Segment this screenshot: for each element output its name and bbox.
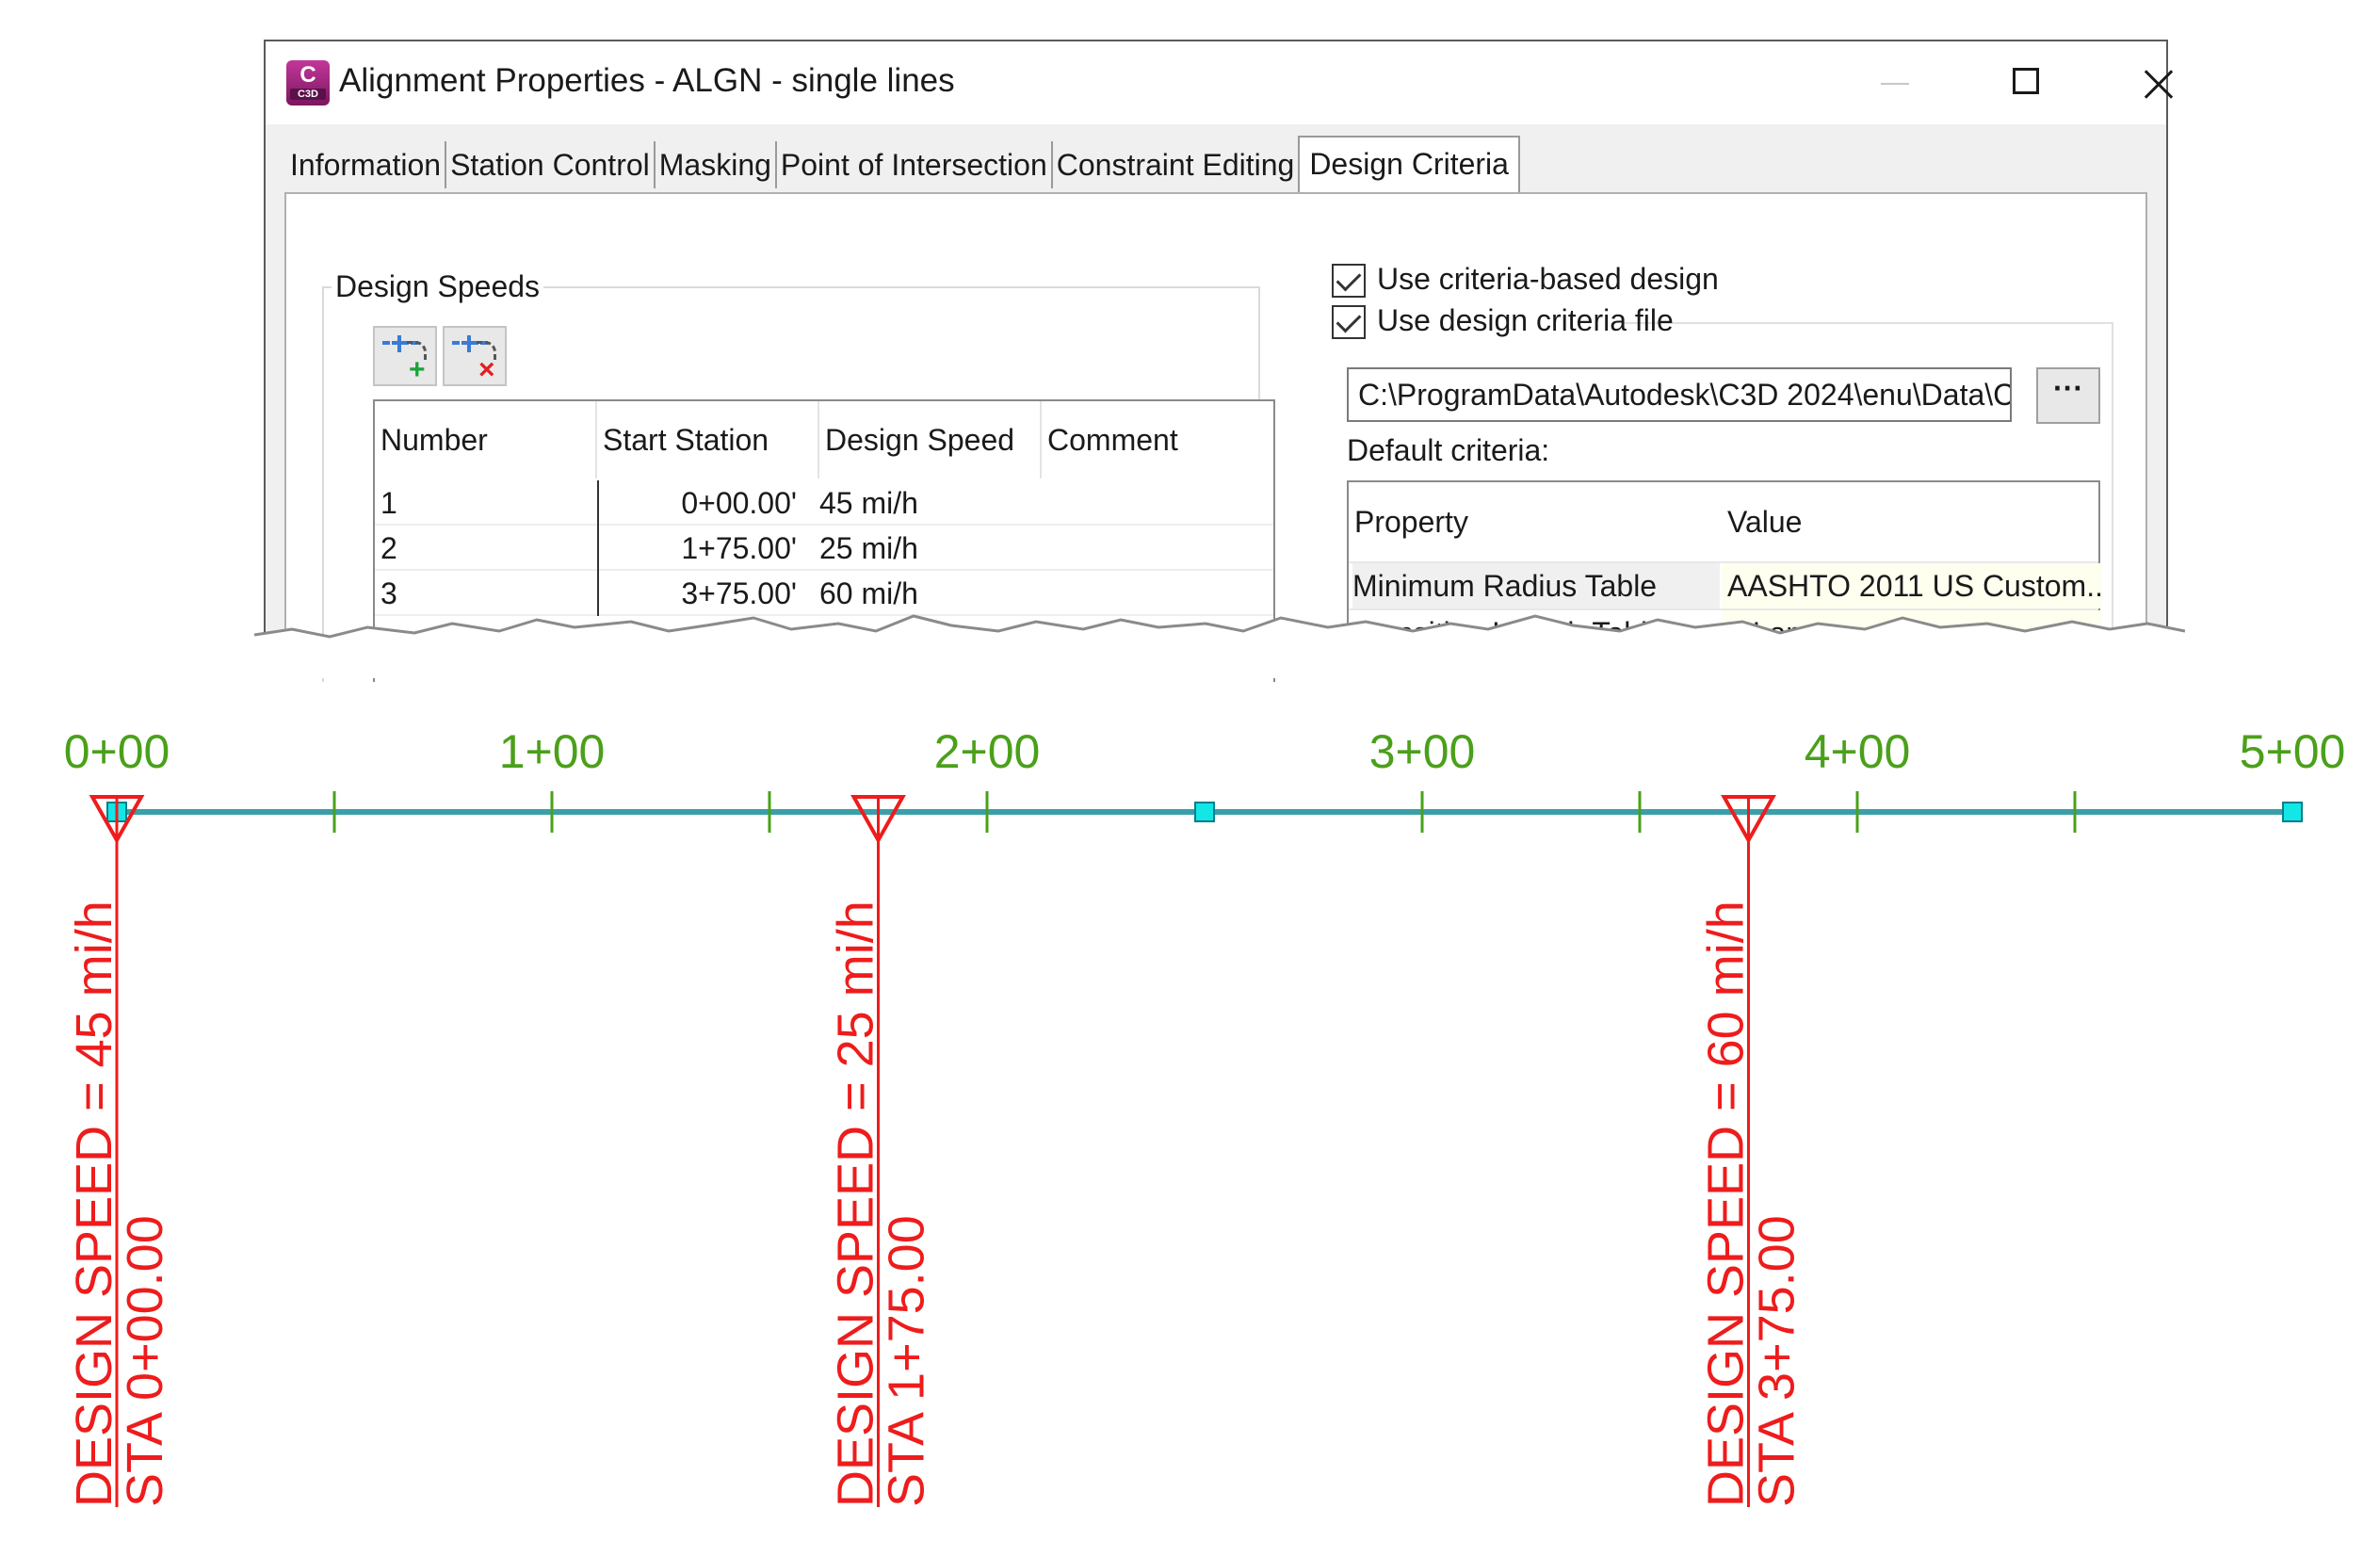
tab-station-control[interactable]: Station Control <box>446 141 656 188</box>
station-value-label: STA 1+75.00 <box>879 1215 935 1507</box>
table-row[interactable]: 1 0+00.00' 45 mi/h <box>375 480 1273 526</box>
tab-constraint-editing[interactable]: Constraint Editing <box>1053 141 1299 188</box>
add-design-speed-button[interactable]: + <box>373 326 437 386</box>
tab-design-criteria[interactable]: Design Criteria <box>1298 136 1520 196</box>
criteria-file-path-input[interactable]: C:\ProgramData\Autodesk\C3D 2024\enu\Dat… <box>1347 367 2012 422</box>
design-speed-marker[interactable]: DESIGN SPEED = 25 mi/hSTA 1+75.00 <box>828 795 935 1507</box>
design-speed-cell[interactable]: 25 mi/h <box>819 526 918 571</box>
column-header-property[interactable]: Property <box>1349 482 1468 561</box>
number-cell: 2 <box>380 531 397 565</box>
maximize-button[interactable] <box>1961 41 2093 124</box>
column-header-start-station[interactable]: Start Station <box>597 401 819 478</box>
design-speed-label: DESIGN SPEED = 25 mi/h <box>828 900 884 1507</box>
station-label: 3+00 <box>1369 725 1476 778</box>
delete-design-speed-button[interactable]: × <box>443 326 507 386</box>
checkbox-checked-icon[interactable] <box>1332 264 1366 298</box>
default-criteria-label: Default criteria: <box>1347 433 1550 467</box>
window-title: Alignment Properties - ALGN - single lin… <box>339 62 955 99</box>
station-label: 0+00 <box>64 725 170 778</box>
column-header-comment[interactable]: Comment <box>1042 401 1273 478</box>
column-header-value[interactable]: Value <box>1722 482 1802 561</box>
delete-x-icon: × <box>478 354 495 385</box>
station-label: 5+00 <box>2240 725 2346 778</box>
tab-masking[interactable]: Masking <box>656 141 777 188</box>
tab-point-of-intersection[interactable]: Point of Intersection <box>777 141 1053 188</box>
alignment-station-profile: 0+00 1+00 2+00 3+00 4+00 5+00 DESIGN SPEED = … <box>64 725 2346 1507</box>
grip-handle[interactable] <box>2282 802 2303 822</box>
use-design-criteria-file-label: Use design criteria file <box>1377 303 1674 337</box>
design-speed-marker[interactable]: DESIGN SPEED = 45 mi/hSTA 0+00.00 <box>66 795 173 1507</box>
design-speeds-group-title: Design Speeds <box>332 269 544 304</box>
start-station-cell[interactable]: 0+00.00' <box>597 480 797 526</box>
use-criteria-based-design-label: Use criteria-based design <box>1377 262 1719 296</box>
plus-icon: + <box>409 354 426 385</box>
table-row[interactable]: 2 1+75.00' 25 mi/h <box>375 526 1273 571</box>
title-bar[interactable]: C C3D Alignment Properties - ALGN - sing… <box>266 41 2166 124</box>
alignment-properties-dialog: C C3D Alignment Properties - ALGN - sing… <box>264 40 2168 682</box>
design-speed-marker[interactable]: DESIGN SPEED = 60 mi/hSTA 3+75.00 <box>1698 795 1805 1507</box>
property-cell: Minimum Radius Table <box>1352 563 1720 608</box>
tab-strip: Information Station Control Masking Poin… <box>286 136 1520 196</box>
design-speed-label: DESIGN SPEED = 60 mi/h <box>1698 900 1755 1507</box>
design-speed-cell[interactable]: 45 mi/h <box>819 480 918 526</box>
station-label: 1+00 <box>499 725 606 778</box>
grip-handle[interactable] <box>1194 802 1215 822</box>
browse-button[interactable]: ··· <box>2036 367 2100 424</box>
criteria-file-group-border <box>1622 322 2113 325</box>
start-station-cell[interactable]: 1+75.00' <box>597 526 797 571</box>
minimize-button[interactable] <box>1829 41 1961 124</box>
number-cell: 1 <box>380 486 397 520</box>
civil3d-app-icon: C C3D <box>286 60 330 105</box>
criteria-row[interactable]: Minimum Radius Table AASHTO 2011 US Cust… <box>1349 561 2102 608</box>
close-button[interactable] <box>2093 41 2225 124</box>
tab-information[interactable]: Information <box>286 141 447 188</box>
column-header-design-speed[interactable]: Design Speed <box>819 401 1042 478</box>
column-header-number[interactable]: Number <box>375 401 597 478</box>
station-value-label: STA 0+00.00 <box>117 1215 173 1507</box>
station-value-label: STA 3+75.00 <box>1749 1215 1805 1507</box>
design-speed-label: DESIGN SPEED = 45 mi/h <box>66 900 122 1507</box>
checkbox-checked-icon[interactable] <box>1332 305 1366 339</box>
design-criteria-panel: Design Speeds + × Number Start Station D… <box>284 192 2147 682</box>
station-label: 2+00 <box>934 725 1041 778</box>
value-cell[interactable]: AASHTO 2011 US Custom... <box>1722 563 2102 608</box>
station-label: 4+00 <box>1805 725 1911 778</box>
